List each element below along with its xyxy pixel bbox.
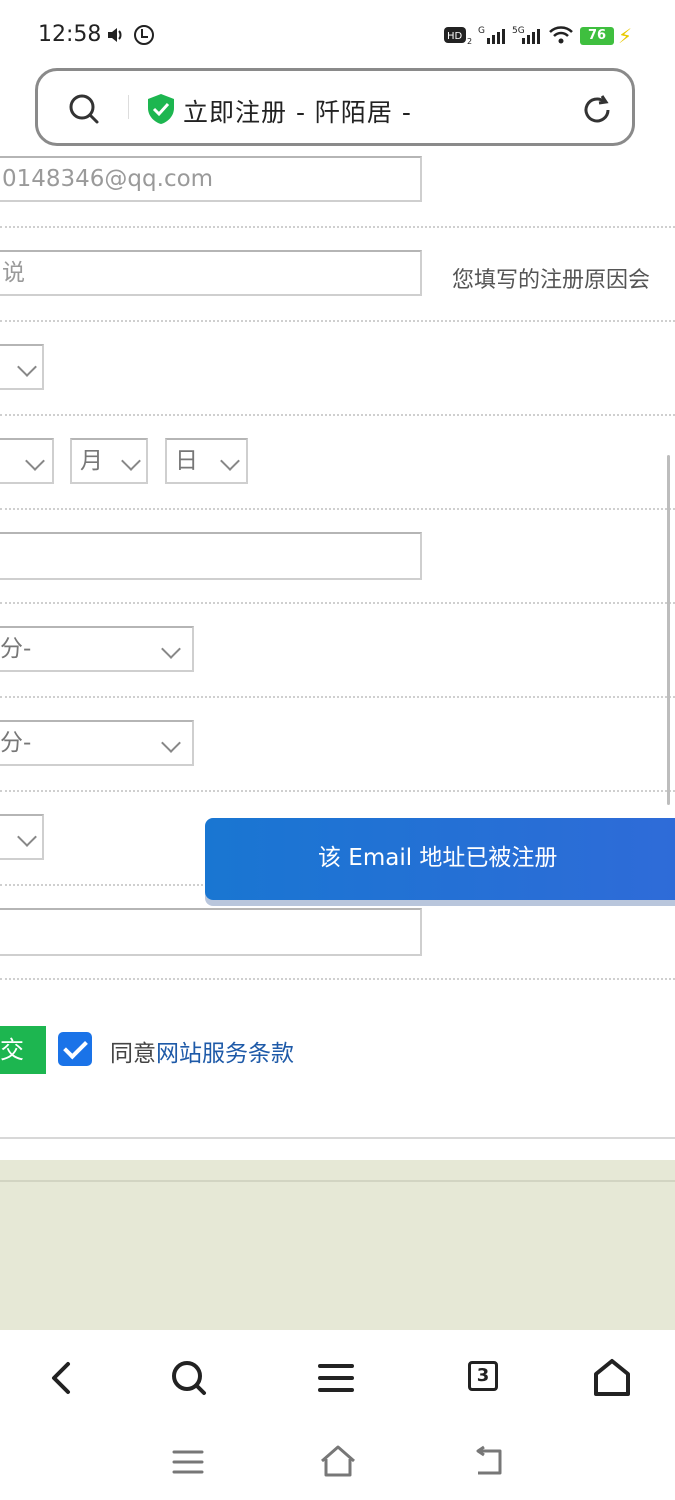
row-separator: [0, 602, 675, 604]
chevron-down-icon: [25, 451, 45, 471]
search-icon[interactable]: [68, 93, 100, 125]
agree-prefix: 同意: [110, 1041, 156, 1067]
gender-select[interactable]: [0, 344, 44, 390]
svg-text:5G: 5G: [512, 26, 525, 36]
address-divider: [128, 95, 129, 119]
wifi-icon: [549, 26, 573, 44]
captcha-input[interactable]: [0, 908, 422, 956]
address-bar[interactable]: 立即注册 - 阡陌居 -: [35, 68, 635, 146]
home-icon[interactable]: [318, 1443, 358, 1479]
page-footer: [0, 1160, 675, 1330]
reason-input[interactable]: 说: [0, 250, 422, 296]
tabs-icon: 3: [468, 1361, 498, 1391]
footer-divider: [0, 1180, 675, 1182]
chevron-down-icon: [161, 639, 181, 659]
reason-hint: 您填写的注册原因会: [452, 268, 651, 293]
agree-terms: 同意网站服务条款: [110, 1034, 294, 1068]
submit-button[interactable]: 交: [0, 1026, 46, 1074]
text-input[interactable]: [0, 532, 422, 580]
error-toast: 该 Email 地址已被注册: [205, 818, 675, 900]
battery-icon: 76: [580, 27, 614, 45]
back-icon[interactable]: [34, 1350, 90, 1406]
scrollbar[interactable]: [667, 455, 670, 805]
home-icon[interactable]: [584, 1350, 640, 1406]
chevron-down-icon: [220, 451, 240, 471]
birth-month-value: 月: [80, 448, 103, 474]
hd-icon: HD 2: [444, 27, 472, 46]
search-icon[interactable]: [160, 1350, 216, 1406]
5g-signal-icon: 5G: [512, 26, 540, 44]
province-select-value: 分-: [0, 636, 32, 662]
row-separator: [0, 790, 675, 792]
charging-icon: ⚡: [618, 24, 633, 48]
birth-day-value: 日: [175, 448, 198, 474]
row-separator: [0, 508, 675, 510]
row-separator: [0, 978, 675, 980]
email-input[interactable]: 0148346@qq.com: [0, 156, 422, 202]
row-separator: [0, 320, 675, 322]
back-icon[interactable]: [470, 1445, 506, 1479]
chevron-down-icon: [17, 827, 37, 847]
extra-select[interactable]: [0, 814, 44, 860]
residence-select[interactable]: 分-: [0, 720, 194, 766]
row-separator: [0, 696, 675, 698]
section-divider: [0, 1137, 675, 1139]
svg-text:G: G: [478, 26, 485, 36]
system-nav-bar: [0, 1425, 675, 1500]
chevron-down-icon: [121, 451, 141, 471]
svg-text:HD: HD: [447, 31, 463, 42]
svg-text:2: 2: [467, 37, 472, 46]
row-separator: [0, 226, 675, 228]
tabs-button[interactable]: 3: [457, 1350, 513, 1406]
status-bar: 12:58 HD 2 G 5G 76 ⚡: [0, 0, 675, 70]
agree-checkbox[interactable]: [58, 1032, 92, 1066]
registration-form: 0148346@qq.com 说 您填写的注册原因会 月 日 分- 分- 交 同…: [0, 156, 675, 1160]
terms-link[interactable]: 网站服务条款: [156, 1041, 294, 1067]
page-title: 立即注册 - 阡陌居 -: [183, 98, 412, 127]
shield-check-icon: [148, 94, 174, 124]
menu-icon[interactable]: [308, 1350, 364, 1406]
birth-year-select[interactable]: [0, 438, 54, 484]
birth-month-select[interactable]: 月: [70, 438, 148, 484]
browser-toolbar: 3: [0, 1330, 675, 1425]
birth-day-select[interactable]: 日: [165, 438, 248, 484]
vpn-icon: [134, 25, 154, 45]
reload-icon[interactable]: [580, 93, 614, 127]
recents-icon[interactable]: [170, 1445, 206, 1479]
row-separator: [0, 414, 675, 416]
chevron-down-icon: [17, 357, 37, 377]
residence-select-value: 分-: [0, 730, 32, 756]
status-time: 12:58: [38, 22, 102, 47]
volume-icon: [108, 28, 122, 42]
province-select[interactable]: 分-: [0, 626, 194, 672]
signal-icon: G: [478, 26, 505, 44]
chevron-down-icon: [161, 733, 181, 753]
